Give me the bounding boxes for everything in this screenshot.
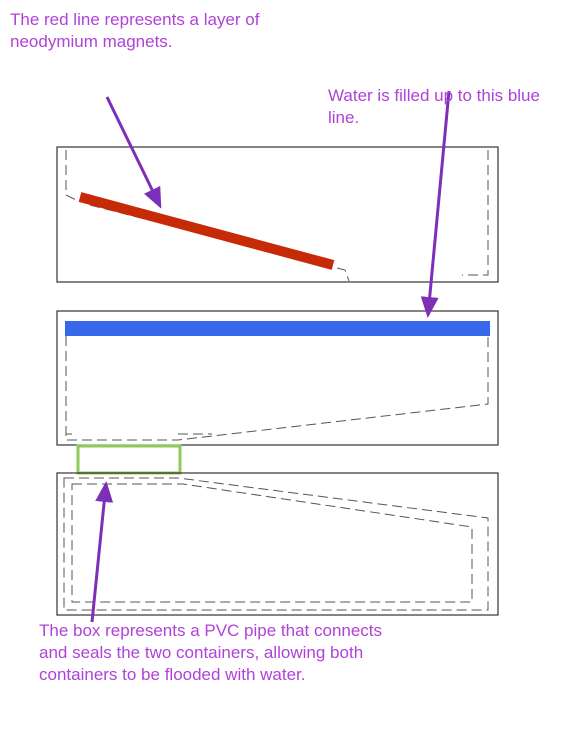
- bottom-container-inner-dashed: [63, 477, 489, 611]
- water-level-annotation: Water is filled up to this blue line.: [328, 86, 540, 127]
- bottom-container-inner-dashed-2: [71, 483, 473, 603]
- water-level-line: [65, 321, 490, 336]
- magnets-annotation: The red line represents a layer of neody…: [10, 10, 260, 51]
- pvc-pipe-arrow: [90, 481, 114, 623]
- pvc-pipe-annotation: The box represents a PVC pipe that conne…: [39, 621, 383, 684]
- middle-container-inner-dashed: [65, 336, 489, 441]
- bottom-container: [56, 472, 499, 616]
- middle-container: [56, 310, 499, 446]
- bottom-container-outline: [56, 472, 499, 616]
- magnets-arrow: [105, 96, 162, 209]
- magnet-layer-line: [78, 192, 335, 270]
- pvc-pipe-box: [76, 444, 182, 475]
- top-container-inner-dashed: [65, 150, 489, 282]
